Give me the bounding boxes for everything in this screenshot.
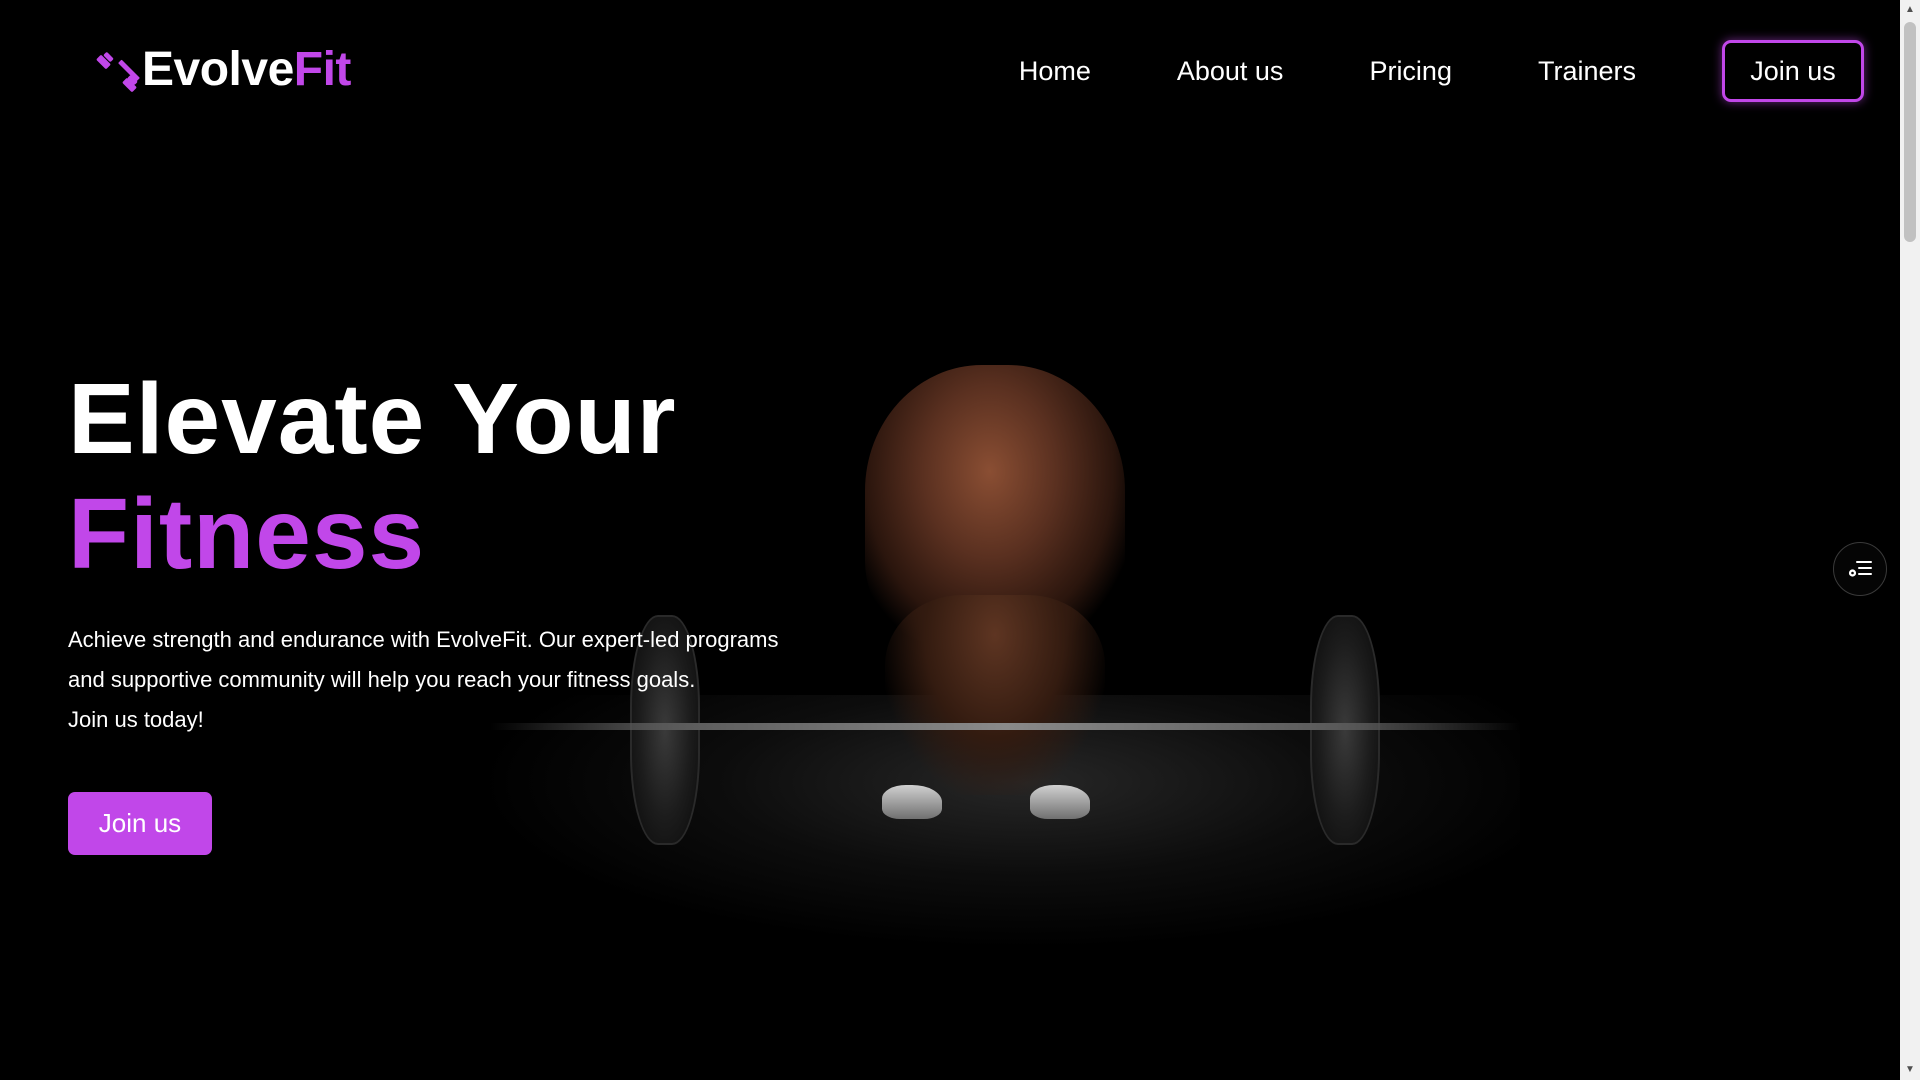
nav-pricing[interactable]: Pricing [1369, 40, 1452, 102]
barbell-plate-right [1310, 615, 1380, 845]
hero-description-line2: and supportive community will help you r… [68, 667, 696, 692]
nav-join-button[interactable]: Join us [1722, 40, 1864, 102]
hero-description-line1: Achieve strength and endurance with Evol… [68, 627, 779, 652]
hero-description: Achieve strength and endurance with Evol… [68, 620, 868, 740]
nav-home[interactable]: Home [1019, 40, 1091, 102]
brand-name-part2: Fit [293, 43, 352, 96]
hero-title-line1: Elevate Your [68, 363, 677, 475]
athlete-legs [885, 595, 1105, 795]
list-settings-icon [1848, 561, 1872, 577]
brand-name: EvolveFit [142, 46, 351, 94]
arrow-down-icon[interactable]: ▼ [1900, 1060, 1920, 1080]
hero-description-line3: Join us today! [68, 707, 204, 732]
brand-logo[interactable]: EvolveFit [96, 46, 351, 94]
athlete-shoe-left [882, 785, 942, 819]
athlete-shoe-right [1030, 785, 1090, 819]
nav-trainers[interactable]: Trainers [1538, 40, 1636, 102]
scroll-thumb[interactable] [1904, 22, 1916, 242]
brand-name-part1: Evolve [142, 43, 294, 96]
arrow-up-icon[interactable]: ▲ [1900, 0, 1920, 20]
hero-title-line2: Fitness [68, 478, 426, 590]
hero-join-button[interactable]: Join us [68, 792, 212, 855]
landing-page: EvolveFit Home About us Pricing Trainers… [0, 0, 1920, 1080]
hero-title: Elevate Your Fitness [68, 362, 677, 592]
main-nav: Home About us Pricing Trainers Join us [1019, 40, 1864, 102]
nav-about-us[interactable]: About us [1177, 40, 1284, 102]
dumbbell-icon [96, 52, 140, 92]
side-widget-button[interactable] [1833, 542, 1887, 596]
vertical-scrollbar[interactable]: ▲ ▼ [1900, 0, 1920, 1080]
